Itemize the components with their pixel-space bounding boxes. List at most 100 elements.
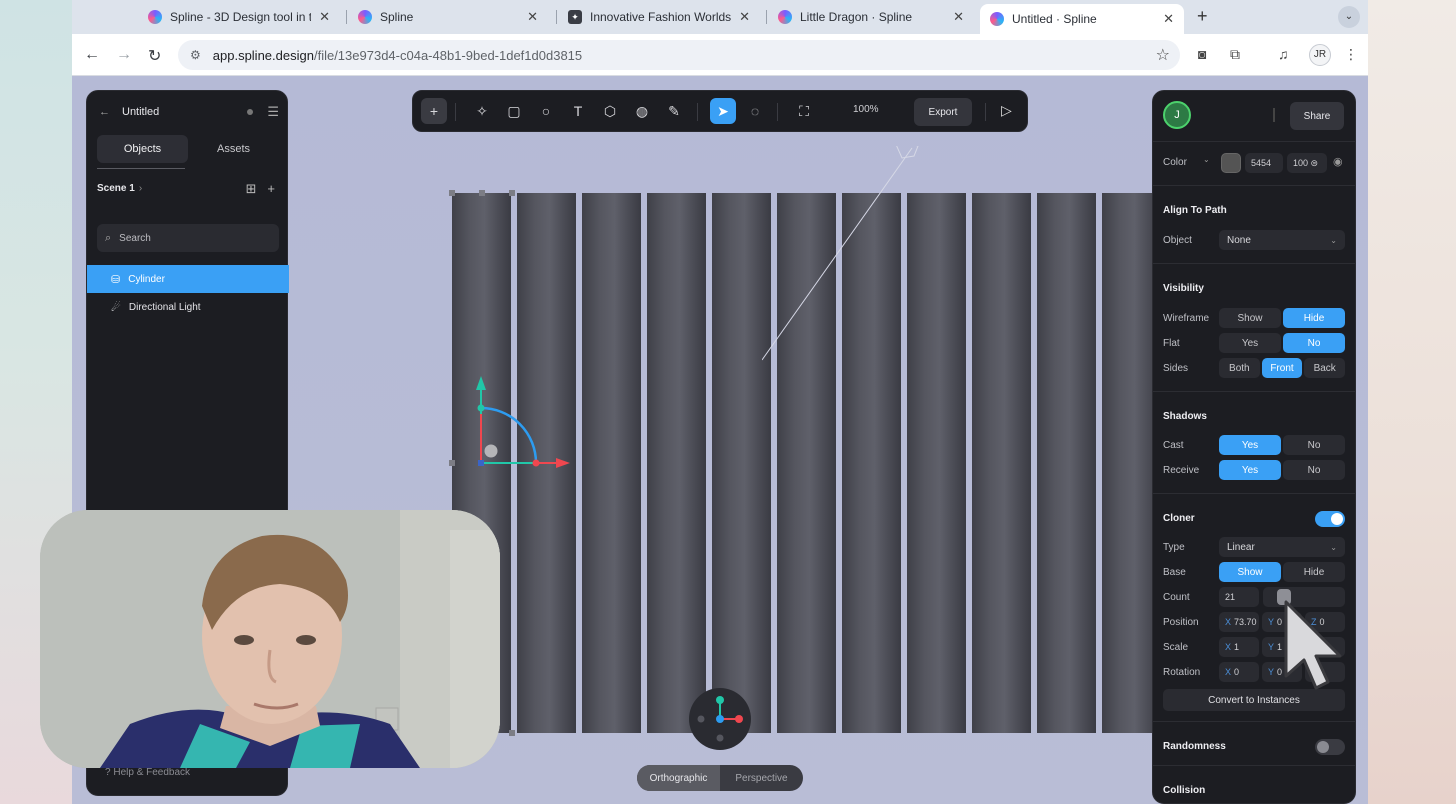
base-hide-button[interactable]: Hide [1283,562,1345,582]
flat-no-button[interactable]: No [1283,333,1345,353]
cloner-toggle[interactable] [1315,511,1345,527]
browser-tab-1[interactable]: Spline - 3D Design tool in the ✕ [138,4,340,30]
toggle-knob [1331,513,1343,525]
base-show-button[interactable]: Show [1219,562,1281,582]
randomness-toggle[interactable] [1315,739,1345,755]
comment-icon[interactable]: ◌ [742,98,768,124]
properties-panel: J Share Color ⌄ 5454 100 ⊜ ◉ Align To Pa… [1152,90,1356,804]
count-input[interactable]: 21 [1219,587,1259,607]
browser-tab-2[interactable]: Spline ✕ [348,4,548,30]
cube-tool-icon[interactable]: ⬡ [597,98,623,124]
selection-handle[interactable] [509,190,515,196]
close-icon[interactable]: ✕ [527,9,538,25]
rotation-label: Rotation [1163,667,1201,678]
chevron-down-icon[interactable]: ⌄ [1203,155,1210,164]
receive-yes-button[interactable]: Yes [1219,460,1281,480]
perspective-button[interactable]: Perspective [720,765,803,791]
site-info-icon[interactable]: ⚙ [190,48,201,62]
browser-tab-active[interactable]: Untitled · Spline ✕ [980,4,1184,34]
selection-handle[interactable] [449,460,455,466]
close-icon[interactable]: ✕ [953,9,964,25]
select-cursor-icon[interactable]: ➤ [710,98,736,124]
position-x-input[interactable]: X 73.70 [1219,612,1259,632]
count-label: Count [1163,592,1190,603]
help-feedback-link[interactable]: ? Help & Feedback [105,767,190,778]
selection-handle[interactable] [509,730,515,736]
color-hex-field[interactable]: 5454 [1245,153,1283,173]
cylinder-clone[interactable] [1037,193,1096,733]
selection-handle[interactable] [479,190,485,196]
reload-icon[interactable]: ↻ [148,46,161,66]
hamburger-menu-icon[interactable]: ☰ [267,104,279,120]
cylinder-clone[interactable] [647,193,706,733]
add-object-button[interactable]: + [421,98,447,124]
receive-no-button[interactable]: No [1283,460,1345,480]
path-object-dropdown[interactable]: None ⌄ [1219,230,1345,250]
forward-arrow-icon[interactable]: → [116,46,132,64]
rotation-x-input[interactable]: X0 [1219,662,1259,682]
cast-yes-button[interactable]: Yes [1219,435,1281,455]
tab-search-chevron-icon[interactable]: ⌄ [1338,6,1360,28]
profile-avatar[interactable]: JR [1309,44,1331,66]
rotation-x-value: 0 [1234,667,1240,677]
presenter-video-image [40,510,500,768]
rectangle-tool-icon[interactable]: ▢ [501,98,527,124]
cloner-type-dropdown[interactable]: Linear ⌄ [1219,537,1345,557]
sides-front-button[interactable]: Front [1261,358,1303,378]
export-button[interactable]: Export [914,98,972,126]
ellipse-tool-icon[interactable]: ○ [533,98,559,124]
transform-gizmo[interactable] [464,374,574,474]
kebab-menu-icon[interactable]: ⋮ [1344,46,1358,63]
receive-label: Receive [1163,465,1200,476]
cylinder-clone[interactable] [972,193,1031,733]
orthographic-button[interactable]: Orthographic [637,765,720,791]
sphere-tool-icon[interactable]: ◍ [629,98,655,124]
eye-icon[interactable]: ◉ [1333,155,1343,168]
extensions-icon[interactable]: ⧉ [1230,46,1240,63]
flat-yes-button[interactable]: Yes [1219,333,1281,353]
list-item-cylinder[interactable]: ⛁ Cylinder [87,265,289,293]
close-icon[interactable]: ✕ [739,9,750,25]
ai-generate-icon[interactable]: ✧ [469,98,495,124]
text-tool-icon[interactable]: T [565,98,591,124]
share-button[interactable]: Share [1290,102,1344,130]
opacity-field[interactable]: 100 ⊜ [1287,153,1327,173]
back-arrow-icon[interactable]: ← [84,46,100,64]
orientation-gizmo[interactable] [689,688,751,750]
back-arrow-icon[interactable]: ← [99,106,110,118]
add-scene-icon[interactable]: + [267,181,275,196]
pen-tool-icon[interactable]: ✎ [661,98,687,124]
section-title: Shadows [1163,411,1207,422]
sides-both-button[interactable]: Both [1219,358,1260,378]
object-name: Directional Light [128,301,201,313]
list-item-directional-light[interactable]: ☄ Directional Light [87,293,289,321]
tab-objects[interactable]: Objects [97,135,188,163]
user-avatar[interactable]: J [1163,101,1191,129]
camera-icon[interactable]: ◙ [1198,46,1206,62]
tab-assets[interactable]: Assets [188,135,279,163]
close-icon[interactable]: ✕ [319,9,330,25]
scene-selector[interactable]: Scene 1 › [97,183,142,194]
frame-fit-icon[interactable]: ⛶ [791,98,817,124]
sides-back-button[interactable]: Back [1304,358,1346,378]
wireframe-show-button[interactable]: Show [1219,308,1281,328]
search-input[interactable]: ⌕ Search [97,224,279,252]
browser-tab-4[interactable]: Little Dragon · Spline ✕ [768,4,974,30]
scale-x-input[interactable]: X1 [1219,637,1259,657]
new-tab-button[interactable]: + [1197,6,1208,27]
play-icon[interactable]: ▷ [1001,102,1012,119]
file-title[interactable]: Untitled [122,106,159,118]
close-icon[interactable]: ✕ [1163,11,1174,27]
color-swatch[interactable] [1221,153,1241,173]
zoom-level[interactable]: 100% [853,104,879,115]
cylinder-clone[interactable] [582,193,641,733]
cast-no-button[interactable]: No [1283,435,1345,455]
dropdown-value: None [1227,234,1251,246]
wireframe-hide-button[interactable]: Hide [1283,308,1345,328]
url-field[interactable]: ⚙ app.spline.design/file/13e973d4-c04a-4… [178,40,1180,70]
selection-handle[interactable] [449,190,455,196]
grid-view-icon[interactable]: ⊞ [246,181,257,196]
browser-tab-3[interactable]: ✦ Innovative Fashion Worlds | N ✕ [558,4,760,30]
bookmark-star-icon[interactable]: ☆ [1156,45,1170,65]
media-control-icon[interactable]: ♫ [1278,46,1289,62]
